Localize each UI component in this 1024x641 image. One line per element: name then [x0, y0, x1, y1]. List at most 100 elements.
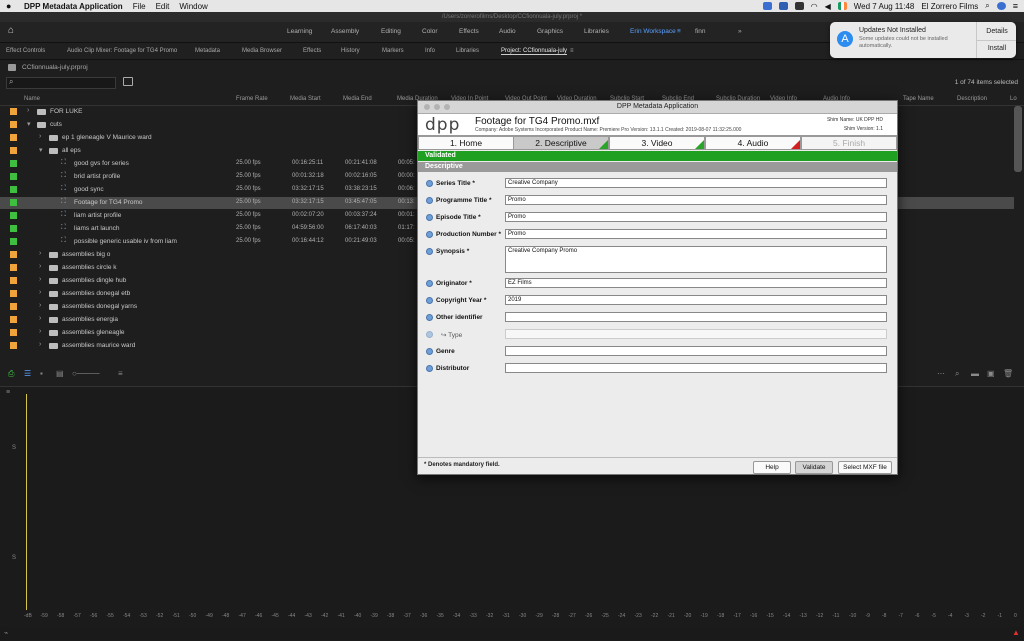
workspace-audio[interactable]: Audio — [499, 28, 516, 35]
help-icon[interactable] — [426, 365, 433, 372]
apple-menu-icon[interactable]: ● — [6, 1, 16, 11]
tab-markers[interactable]: Markers — [382, 48, 404, 54]
col-tape-name[interactable]: Tape Name — [903, 96, 934, 102]
sort-icon[interactable]: ≡ — [118, 369, 123, 378]
other-identifier-input[interactable] — [505, 312, 887, 322]
new-bin-button-icon[interactable]: ▬ — [971, 369, 979, 378]
clock[interactable]: Wed 7 Aug 11:48 — [854, 2, 915, 11]
workspace-editing[interactable]: Editing — [381, 28, 401, 35]
help-button[interactable]: Help — [753, 461, 791, 474]
disclosure-triangle-icon[interactable]: › — [39, 289, 41, 296]
install-button[interactable]: Install — [980, 45, 1014, 52]
workspace-effects[interactable]: Effects — [459, 28, 479, 35]
disclosure-triangle-icon[interactable]: › — [39, 302, 41, 309]
flag-icon[interactable] — [837, 2, 847, 10]
workspace-graphics[interactable]: Graphics — [537, 28, 563, 35]
home-icon[interactable]: ⌂ — [8, 26, 18, 36]
workspace-color[interactable]: Color — [422, 28, 438, 35]
trash-icon[interactable]: 🗑 — [1003, 369, 1013, 378]
panel-menu-icon[interactable]: ≡ — [6, 389, 10, 396]
help-icon[interactable] — [426, 314, 433, 321]
disclosure-triangle-icon[interactable]: › — [39, 341, 41, 348]
zoom-slider[interactable]: ○──── — [72, 369, 100, 378]
wifi-icon[interactable]: ◠ — [811, 2, 818, 11]
tab-info[interactable]: Info — [425, 48, 435, 54]
workspace-libraries[interactable]: Libraries — [584, 28, 609, 35]
list-view-icon[interactable]: ☰ — [24, 369, 31, 378]
tab-finish[interactable]: 5. Finish — [801, 136, 897, 150]
zoom-button[interactable] — [444, 104, 450, 110]
help-icon[interactable] — [426, 197, 433, 204]
status-app-icon[interactable] — [794, 2, 804, 10]
help-icon[interactable] — [426, 180, 433, 187]
menu-app-name[interactable]: DPP Metadata Application — [24, 2, 123, 11]
workspace-menu-icon[interactable]: ≡ — [677, 28, 681, 35]
tab-history[interactable]: History — [341, 48, 360, 54]
menu-file[interactable]: File — [133, 2, 146, 11]
disclosure-triangle-icon[interactable]: › — [27, 107, 29, 114]
playhead-line[interactable] — [26, 394, 27, 610]
freeform-view-icon[interactable]: ▤ — [56, 369, 64, 378]
details-button[interactable]: Details — [980, 28, 1014, 35]
disclosure-triangle-icon[interactable]: › — [39, 133, 41, 140]
distributor-input[interactable] — [505, 363, 887, 373]
siri-icon[interactable] — [996, 2, 1006, 10]
synopsis-textarea[interactable]: Creative Company Promo — [505, 246, 887, 273]
menu-window[interactable]: Window — [179, 2, 207, 11]
validate-button[interactable]: Validate — [795, 461, 833, 474]
tab-metadata[interactable]: Metadata — [195, 48, 220, 54]
close-button[interactable] — [424, 104, 430, 110]
vertical-scrollbar[interactable] — [1014, 106, 1022, 172]
col-name[interactable]: Name — [24, 96, 40, 102]
help-icon[interactable] — [426, 248, 433, 255]
help-icon[interactable] — [426, 280, 433, 287]
automate-icon[interactable]: ⋯ — [937, 369, 945, 378]
icon-view-icon[interactable]: ▪ — [40, 369, 43, 378]
disclosure-triangle-icon[interactable]: › — [39, 315, 41, 322]
tab-libraries[interactable]: Libraries — [456, 48, 479, 54]
col-media-start[interactable]: Media Start — [290, 96, 321, 102]
spotlight-icon[interactable]: ⌕ — [985, 1, 989, 11]
notification-center-icon[interactable]: ≡ — [1013, 1, 1018, 11]
menu-edit[interactable]: Edit — [156, 2, 170, 11]
help-icon[interactable] — [426, 231, 433, 238]
workspace-assembly[interactable]: Assembly — [331, 28, 359, 35]
disclosure-triangle-icon[interactable]: ▾ — [27, 120, 31, 128]
panel-menu-icon[interactable]: ≡ — [570, 48, 574, 54]
disclosure-triangle-icon[interactable]: ▾ — [39, 146, 43, 154]
disclosure-triangle-icon[interactable]: › — [39, 328, 41, 335]
help-icon[interactable] — [426, 297, 433, 304]
search-input[interactable] — [6, 77, 116, 89]
genre-input[interactable] — [505, 346, 887, 356]
workspace-erin[interactable]: Erin Workspace — [630, 28, 676, 35]
tab-audio-clip-mixer[interactable]: Audio Clip Mixer: Footage for TG4 Promo — [67, 48, 177, 54]
volume-icon[interactable]: ◀ — [825, 2, 831, 11]
solo-label[interactable]: S — [12, 445, 16, 451]
status-app-icon[interactable] — [778, 2, 788, 10]
col-log-note[interactable]: Lo — [1010, 96, 1017, 102]
help-icon[interactable] — [426, 348, 433, 355]
new-bin-icon[interactable] — [123, 77, 133, 86]
dialog-titlebar[interactable]: DPP Metadata Application — [418, 101, 897, 114]
originator-input[interactable]: EZ Films — [505, 278, 887, 288]
solo-label[interactable]: S — [12, 555, 16, 561]
copyright-year-input[interactable]: 2019 — [505, 295, 887, 305]
disclosure-triangle-icon[interactable]: › — [39, 250, 41, 257]
col-media-end[interactable]: Media End — [343, 96, 372, 102]
tab-effect-controls[interactable]: Effect Controls — [6, 48, 45, 54]
disclosure-triangle-icon[interactable]: › — [39, 263, 41, 270]
col-description[interactable]: Description — [957, 96, 987, 102]
status-app-icon[interactable] — [762, 2, 772, 10]
series-title-input[interactable]: Creative Company — [505, 178, 887, 188]
warning-icon[interactable]: ▲ — [1012, 628, 1020, 637]
production-number-input[interactable]: Promo — [505, 229, 887, 239]
tab-audio[interactable]: 4. Audio — [705, 136, 801, 150]
tab-home[interactable]: 1. Home — [418, 136, 514, 150]
tab-video[interactable]: 3. Video — [609, 136, 705, 150]
select-mxf-button[interactable]: Select MXF file — [838, 461, 892, 474]
workspace-learning[interactable]: Learning — [287, 28, 312, 35]
col-frame-rate[interactable]: Frame Rate — [236, 96, 268, 102]
user-name[interactable]: El Zorrero Films — [921, 2, 978, 11]
minimize-button[interactable] — [434, 104, 440, 110]
programme-title-input[interactable]: Promo — [505, 195, 887, 205]
